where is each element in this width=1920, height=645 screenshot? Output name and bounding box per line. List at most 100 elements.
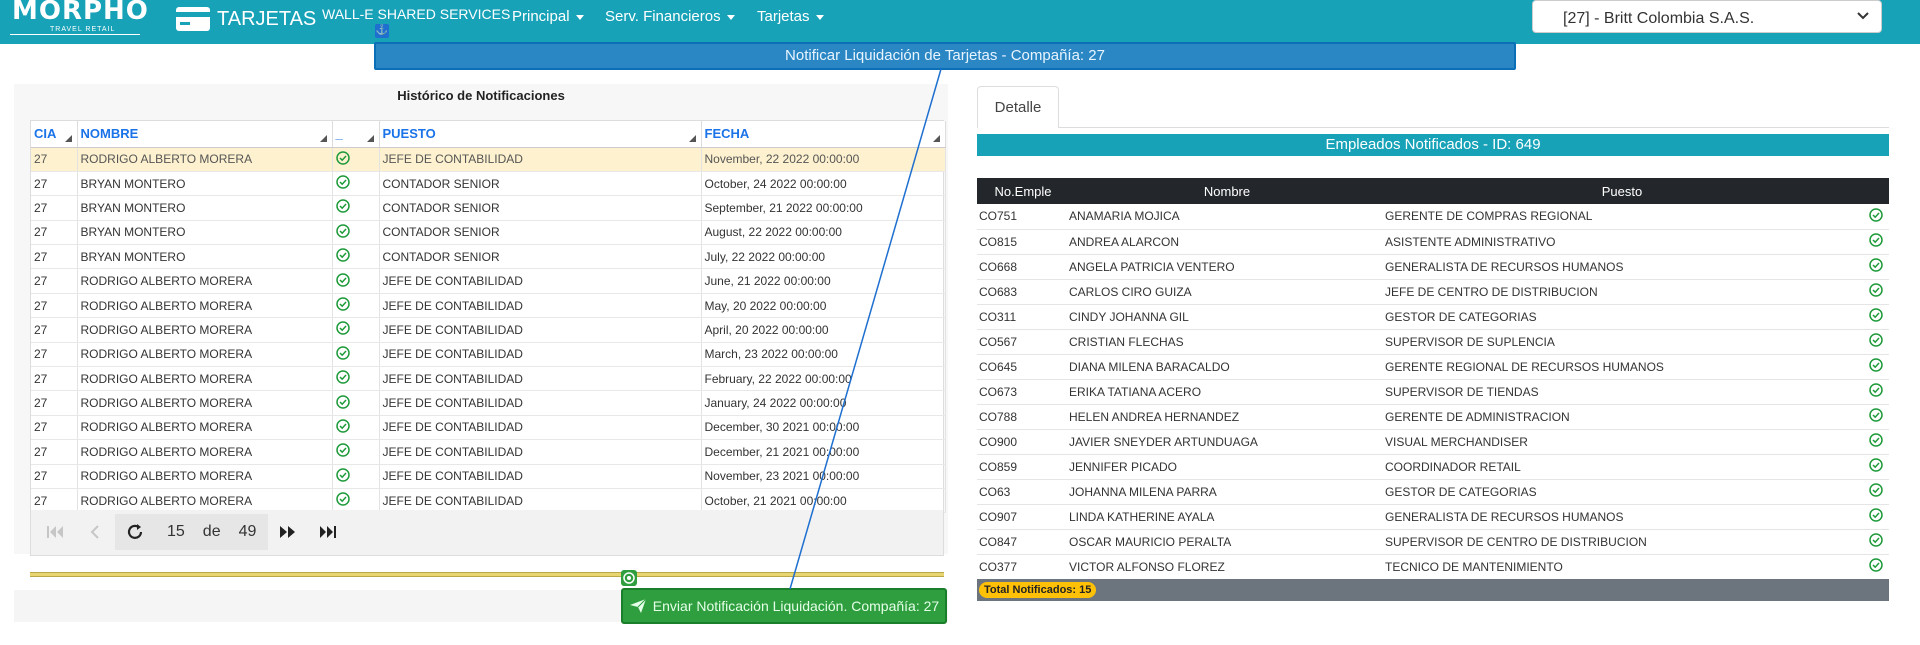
cell-fecha: February, 22 2022 00:00:00	[701, 366, 946, 392]
table-row[interactable]: 27 RODRIGO ALBERTO MORERA JEFE DE CONTABIL…	[31, 415, 946, 441]
table-row[interactable]: 27 RODRIGO ALBERTO MORERA JEFE DE CONTABIL…	[31, 439, 946, 465]
table-row[interactable]: CO377 VICTOR ALFONSO FLOREZ TECNICO DE MAN…	[977, 554, 1889, 580]
tab-detalle[interactable]: Detalle	[977, 86, 1059, 128]
table-row[interactable]: 27 RODRIGO ALBERTO MORERA JEFE DE CONTABIL…	[31, 293, 946, 319]
check-circle-icon	[335, 492, 350, 506]
table-row[interactable]: 27 RODRIGO ALBERTO MORERA JEFE DE CONTABIL…	[31, 342, 946, 368]
nav-principal[interactable]: Principal	[512, 8, 584, 25]
sort-icon[interactable]	[319, 134, 327, 142]
cell-nombre: ERIKA TATIANA ACERO	[1069, 379, 1385, 405]
table-row[interactable]: CO788 HELEN ANDREA HERNANDEZ GERENTE DE AD…	[977, 404, 1889, 430]
table-row[interactable]: 27 RODRIGO ALBERTO MORERA JEFE DE CONTABIL…	[31, 317, 946, 343]
logo-divider	[10, 34, 140, 35]
col-header-nombre[interactable]: NOMBRE	[77, 121, 333, 148]
company-select[interactable]: [27] - Britt Colombia S.A.S.	[1532, 0, 1882, 33]
sort-icon[interactable]	[688, 134, 696, 142]
cell-puesto: COORDINADOR RETAIL	[1385, 454, 1859, 480]
nav-serv-financieros[interactable]: Serv. Financieros	[605, 8, 735, 25]
sort-icon[interactable]	[932, 134, 940, 142]
table-row[interactable]: 27 RODRIGO ALBERTO MORERA JEFE DE CONTABIL…	[31, 147, 946, 172]
cell-puesto: TECNICO DE MANTENIMIENTO	[1385, 554, 1859, 580]
table-row[interactable]: 27 BRYAN MONTERO CONTADOR SENIOR July, 22 2…	[31, 244, 946, 270]
cell-cia: 27	[31, 464, 78, 489]
check-circle-icon	[335, 175, 350, 189]
cell-cia: 27	[31, 244, 78, 270]
cell-status	[1859, 304, 1889, 330]
table-row[interactable]: 27 RODRIGO ALBERTO MORERA JEFE DE CONTABIL…	[31, 390, 946, 416]
cell-fecha: May, 20 2022 00:00:00	[701, 293, 946, 319]
cell-no-emple: CO900	[977, 429, 1069, 455]
table-row[interactable]: CO847 OSCAR MAURICIO PERALTA SUPERVISOR DE…	[977, 529, 1889, 555]
sort-icon[interactable]	[366, 134, 374, 142]
table-row[interactable]: CO859 JENNIFER PICADO COORDINADOR RETAIL	[977, 454, 1889, 480]
check-circle-icon	[1869, 333, 1883, 347]
check-circle-icon	[335, 248, 350, 262]
cell-status	[1859, 254, 1889, 280]
history-header-row: CIA NOMBRE _ PUESTO FECHA	[31, 121, 946, 148]
cell-puesto: JEFE DE CONTABILIDAD	[379, 147, 702, 172]
cell-no-emple: CO859	[977, 454, 1069, 480]
first-page-button[interactable]	[35, 514, 75, 550]
col-header-puesto[interactable]: PUESTO	[379, 121, 702, 148]
next-page-button[interactable]	[268, 514, 308, 550]
cell-nombre: JOHANNA MILENA PARRA	[1069, 479, 1385, 505]
table-row[interactable]: 27 BRYAN MONTERO CONTADOR SENIOR August, 22…	[31, 220, 946, 246]
cell-puesto: JEFE DE CONTABILIDAD	[379, 464, 702, 489]
target-icon[interactable]	[621, 570, 637, 586]
table-row[interactable]: CO815 ANDREA ALARCON ASISTENTE ADMINISTRAT…	[977, 229, 1889, 255]
col-header-cia[interactable]: CIA	[31, 121, 78, 148]
table-row[interactable]: CO567 CRISTIAN FLECHAS SUPERVISOR DE SUPLE…	[977, 329, 1889, 355]
table-row[interactable]: 27 RODRIGO ALBERTO MORERA JEFE DE CONTABIL…	[31, 366, 946, 392]
last-page-button[interactable]	[308, 514, 348, 550]
col-header-nombre[interactable]: Nombre	[1069, 178, 1385, 204]
pager-box: 15 de 49	[115, 514, 269, 550]
cell-no-emple: CO63	[977, 479, 1069, 505]
cell-nombre: RODRIGO ALBERTO MORERA	[77, 147, 333, 172]
table-row[interactable]: CO683 CARLOS CIRO GUIZA JEFE DE CENTRO DE …	[977, 279, 1889, 305]
cell-puesto: GESTOR DE CATEGORIAS	[1385, 479, 1859, 505]
table-row[interactable]: CO63 JOHANNA MILENA PARRA GESTOR DE CATEGO…	[977, 479, 1889, 505]
check-circle-icon	[1869, 308, 1883, 322]
org-link[interactable]: WALL-E SHARED SERVICES	[322, 6, 510, 22]
col-header-status[interactable]: _	[332, 121, 380, 148]
current-page[interactable]: 15	[155, 523, 197, 541]
resize-splitter[interactable]	[30, 572, 944, 577]
col-header-fecha[interactable]: FECHA	[701, 121, 946, 148]
col-header-puesto[interactable]: Puesto	[1385, 178, 1859, 204]
company-select-value: [27] - Britt Colombia S.A.S.	[1563, 10, 1755, 27]
cell-fecha: January, 24 2022 00:00:00	[701, 390, 946, 416]
table-row[interactable]: 27 BRYAN MONTERO CONTADOR SENIOR October, 2…	[31, 171, 946, 197]
nav-tarjetas[interactable]: Tarjetas	[757, 8, 824, 25]
anchor-icon[interactable]: ⚓	[375, 24, 389, 38]
employees-table: No.Emple Nombre Puesto CO751 ANAMARIA MOJ…	[977, 178, 1889, 580]
send-notification-button[interactable]: Enviar Notificación Liquidación. Compañí…	[621, 588, 947, 624]
table-row[interactable]: CO311 CINDY JOHANNA GIL GESTOR DE CATEGORI…	[977, 304, 1889, 330]
table-row[interactable]: 27 RODRIGO ALBERTO MORERA JEFE DE CONTABIL…	[31, 464, 946, 489]
cell-nombre: CARLOS CIRO GUIZA	[1069, 279, 1385, 305]
table-row[interactable]: CO907 LINDA KATHERINE AYALA GENERALISTA DE…	[977, 504, 1889, 530]
table-row[interactable]: 27 RODRIGO ALBERTO MORERA JEFE DE CONTABIL…	[31, 268, 946, 294]
logo-text: MORPHO	[12, 0, 149, 26]
cell-nombre: ANDREA ALARCON	[1069, 229, 1385, 255]
cell-status	[332, 268, 380, 294]
sort-icon[interactable]	[64, 134, 72, 142]
table-row[interactable]: CO751 ANAMARIA MOJICA GERENTE DE COMPRAS R…	[977, 204, 1889, 230]
morpho-logo[interactable]: MORPHO TRAVEL RETAIL	[10, 0, 148, 36]
table-row[interactable]: CO645 DIANA MILENA BARACALDO GERENTE REGIO…	[977, 354, 1889, 380]
cell-puesto: GESTOR DE CATEGORIAS	[1385, 304, 1859, 330]
table-row[interactable]: CO900 JAVIER SNEYDER ARTUNDUAGA VISUAL MER…	[977, 429, 1889, 455]
cell-puesto: JEFE DE CONTABILIDAD	[379, 390, 702, 416]
tab-divider	[1059, 127, 1889, 128]
table-row[interactable]: CO668 ANGELA PATRICIA VENTERO GENERALISTA …	[977, 254, 1889, 280]
table-row[interactable]: CO673 ERIKA TATIANA ACERO SUPERVISOR DE TI…	[977, 379, 1889, 405]
refresh-button[interactable]	[115, 514, 155, 550]
check-circle-icon	[1869, 383, 1883, 397]
table-row[interactable]: 27 BRYAN MONTERO CONTADOR SENIOR September,…	[31, 195, 946, 221]
prev-page-button[interactable]	[75, 514, 115, 550]
col-header-no-emple[interactable]: No.Emple	[977, 178, 1069, 204]
brand-tarjetas[interactable]: TARJETAS	[175, 6, 316, 32]
cell-cia: 27	[31, 147, 78, 172]
cell-puesto: GERENTE DE ADMINISTRACION	[1385, 404, 1859, 430]
cell-status	[332, 464, 380, 489]
notify-liquidation-bar[interactable]: Notificar Liquidación de Tarjetas - Comp…	[374, 42, 1516, 70]
